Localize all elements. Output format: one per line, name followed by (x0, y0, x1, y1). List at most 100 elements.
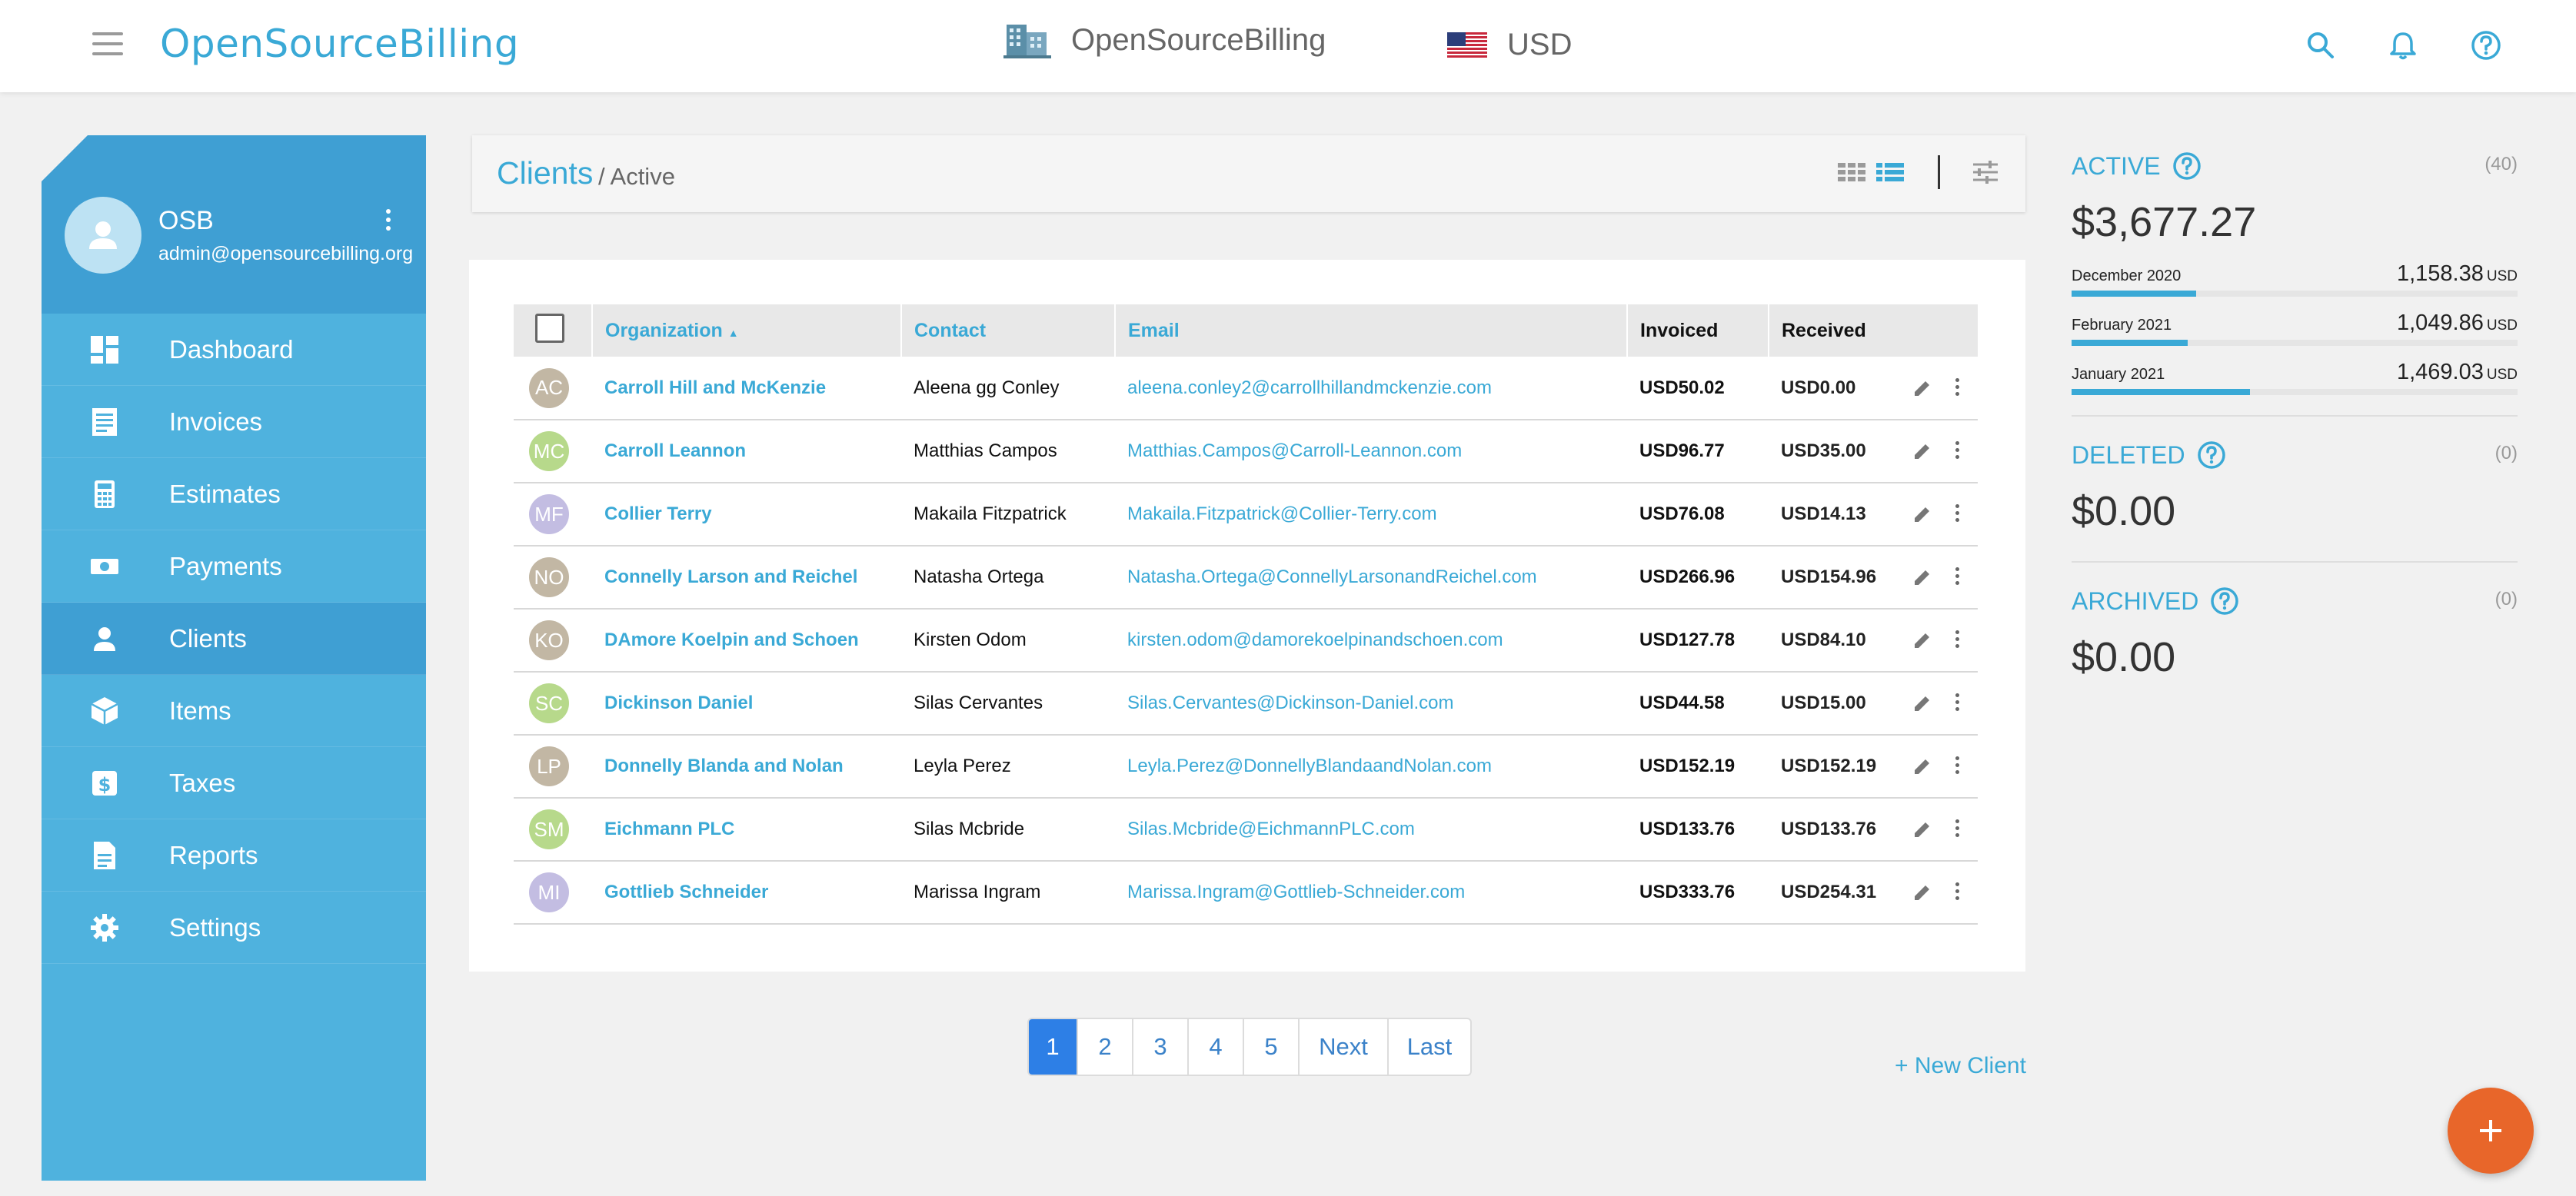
client-received: USD35.00 (1781, 440, 1866, 461)
breakdown-month: February 2021 (2072, 317, 2172, 334)
table-row[interactable]: LP Donnelly Blanda and Nolan Leyla Perez… (514, 735, 1978, 798)
client-organization-link[interactable]: Gottlieb Schneider (592, 861, 901, 924)
page-5-button[interactable]: 5 (1244, 1019, 1300, 1075)
help-icon[interactable] (2172, 151, 2202, 181)
company-switcher[interactable]: OpenSourceBilling (1003, 22, 1326, 58)
client-email-link[interactable]: Makaila.Fitzpatrick@Collier-Terry.com (1115, 483, 1627, 546)
edit-icon[interactable] (1912, 819, 1933, 840)
row-menu-icon[interactable] (1953, 882, 1961, 902)
filter-settings-icon[interactable] (1970, 158, 2001, 186)
bell-icon[interactable] (2385, 28, 2421, 63)
client-organization-link[interactable]: DAmore Koelpin and Schoen (592, 609, 901, 672)
column-email[interactable]: Email (1115, 304, 1628, 357)
deleted-summary: DELETED (0) $0.00 (2072, 440, 2518, 535)
plus-icon (2480, 1120, 2501, 1141)
page-3-button[interactable]: 3 (1133, 1019, 1189, 1075)
sidebar-item-invoices[interactable]: Invoices (42, 386, 426, 458)
row-menu-icon[interactable] (1953, 630, 1961, 650)
user-icon (89, 221, 117, 249)
client-organization-link[interactable]: Carroll Hill and McKenzie (592, 357, 901, 420)
row-menu-icon[interactable] (1953, 504, 1961, 524)
list-view-icon[interactable] (1875, 158, 1905, 186)
currency-selector[interactable]: USD (1447, 28, 1572, 62)
breakdown-bar-fill (2072, 340, 2188, 346)
table-row[interactable]: AC Carroll Hill and McKenzie Aleena gg C… (514, 357, 1978, 420)
sidebar-item-label: Items (169, 696, 231, 725)
sidebar-item-dashboard[interactable]: Dashboard (42, 314, 426, 386)
client-avatar: AC (529, 367, 569, 408)
grid-view-icon[interactable] (1836, 158, 1867, 186)
sidebar-item-settings[interactable]: Settings (42, 892, 426, 964)
client-email-link[interactable]: Silas.Mcbride@EichmannPLC.com (1115, 798, 1627, 861)
column-contact[interactable]: Contact (901, 304, 1116, 357)
client-email-link[interactable]: Leyla.Perez@DonnellyBlandaandNolan.com (1115, 735, 1627, 798)
sidebar-item-estimates[interactable]: Estimates (42, 458, 426, 530)
row-menu-icon[interactable] (1953, 377, 1961, 398)
table-row[interactable]: SC Dickinson Daniel Silas Cervantes Sila… (514, 672, 1978, 735)
edit-icon[interactable] (1912, 693, 1933, 714)
sort-asc-icon: ▲ (727, 326, 739, 339)
client-email-link[interactable]: Marissa.Ingram@Gottlieb-Schneider.com (1115, 861, 1627, 924)
edit-icon[interactable] (1912, 630, 1933, 651)
client-organization-link[interactable]: Donnelly Blanda and Nolan (592, 735, 901, 798)
client-contact: Matthias Campos (914, 440, 1057, 461)
page-4-button[interactable]: 4 (1189, 1019, 1244, 1075)
help-icon[interactable] (2196, 440, 2227, 470)
client-organization-link[interactable]: Dickinson Daniel (592, 672, 901, 735)
row-menu-icon[interactable] (1953, 756, 1961, 776)
page-2-button[interactable]: 2 (1078, 1019, 1133, 1075)
help-icon[interactable] (2209, 586, 2240, 616)
new-client-link[interactable]: + New Client (1895, 1053, 2026, 1079)
archived-summary: ARCHIVED (0) $0.00 (2072, 586, 2518, 681)
client-organization-link[interactable]: Eichmann PLC (592, 798, 901, 861)
sidebar-item-items[interactable]: Items (42, 675, 426, 747)
edit-icon[interactable] (1912, 566, 1933, 588)
table-row[interactable]: SM Eichmann PLC Silas Mcbride Silas.Mcbr… (514, 798, 1978, 861)
table-row[interactable]: MC Carroll Leannon Matthias Campos Matth… (514, 420, 1978, 483)
sidebar-item-reports[interactable]: Reports (42, 819, 426, 892)
table-row[interactable]: MI Gottlieb Schneider Marissa Ingram Mar… (514, 861, 1978, 924)
client-email-link[interactable]: aleena.conley2@carrollhillandmckenzie.co… (1115, 357, 1627, 420)
edit-icon[interactable] (1912, 440, 1933, 462)
client-email-link[interactable]: Natasha.Ortega@ConnellyLarsonandReichel.… (1115, 546, 1627, 609)
client-organization-link[interactable]: Collier Terry (592, 483, 901, 546)
last-page-button[interactable]: Last (1389, 1019, 1470, 1075)
client-email-link[interactable]: Matthias.Campos@Carroll-Leannon.com (1115, 420, 1627, 483)
edit-icon[interactable] (1912, 503, 1933, 525)
edit-icon[interactable] (1912, 882, 1933, 903)
search-icon[interactable] (2303, 28, 2338, 63)
help-icon[interactable] (2468, 28, 2504, 63)
sidebar-item-payments[interactable]: Payments (42, 530, 426, 603)
table-row[interactable]: KO DAmore Koelpin and Schoen Kirsten Odo… (514, 609, 1978, 672)
client-avatar: MF (529, 494, 569, 534)
client-invoiced: USD266.96 (1639, 566, 1736, 587)
archived-amount: $0.00 (2072, 634, 2176, 680)
menu-icon[interactable] (92, 32, 123, 58)
user-menu-icon[interactable] (382, 209, 394, 240)
client-email-link[interactable]: kirsten.odom@damorekoelpinandschoen.com (1115, 609, 1627, 672)
select-all-checkbox[interactable] (535, 313, 564, 343)
table-row[interactable]: NO Connelly Larson and Reichel Natasha O… (514, 546, 1978, 609)
avatar[interactable] (65, 197, 141, 274)
table-row[interactable]: MF Collier Terry Makaila Fitzpatrick Mak… (514, 483, 1978, 546)
row-menu-icon[interactable] (1953, 441, 1961, 461)
row-menu-icon[interactable] (1953, 567, 1961, 587)
page-1-button[interactable]: 1 (1029, 1019, 1078, 1075)
brand-logo[interactable]: OpenSourceBilling (160, 22, 519, 66)
edit-icon[interactable] (1912, 377, 1933, 399)
add-fab-button[interactable] (2448, 1088, 2534, 1174)
client-organization-link[interactable]: Connelly Larson and Reichel (592, 546, 901, 609)
breakdown-unit: USD (2486, 268, 2518, 284)
row-menu-icon[interactable] (1953, 819, 1961, 839)
next-page-button[interactable]: Next (1300, 1019, 1389, 1075)
table-body: AC Carroll Hill and McKenzie Aleena gg C… (514, 357, 1978, 924)
client-email-link[interactable]: Silas.Cervantes@Dickinson-Daniel.com (1115, 672, 1627, 735)
sidebar-item-clients[interactable]: Clients (42, 603, 426, 675)
edit-icon[interactable] (1912, 756, 1933, 777)
client-received: USD15.00 (1781, 693, 1866, 713)
client-organization-link[interactable]: Carroll Leannon (592, 420, 901, 483)
row-menu-icon[interactable] (1953, 693, 1961, 713)
column-organization[interactable]: Organization ▲ (592, 304, 902, 357)
sidebar-item-taxes[interactable]: $ Taxes (42, 747, 426, 819)
client-avatar: LP (529, 746, 569, 786)
